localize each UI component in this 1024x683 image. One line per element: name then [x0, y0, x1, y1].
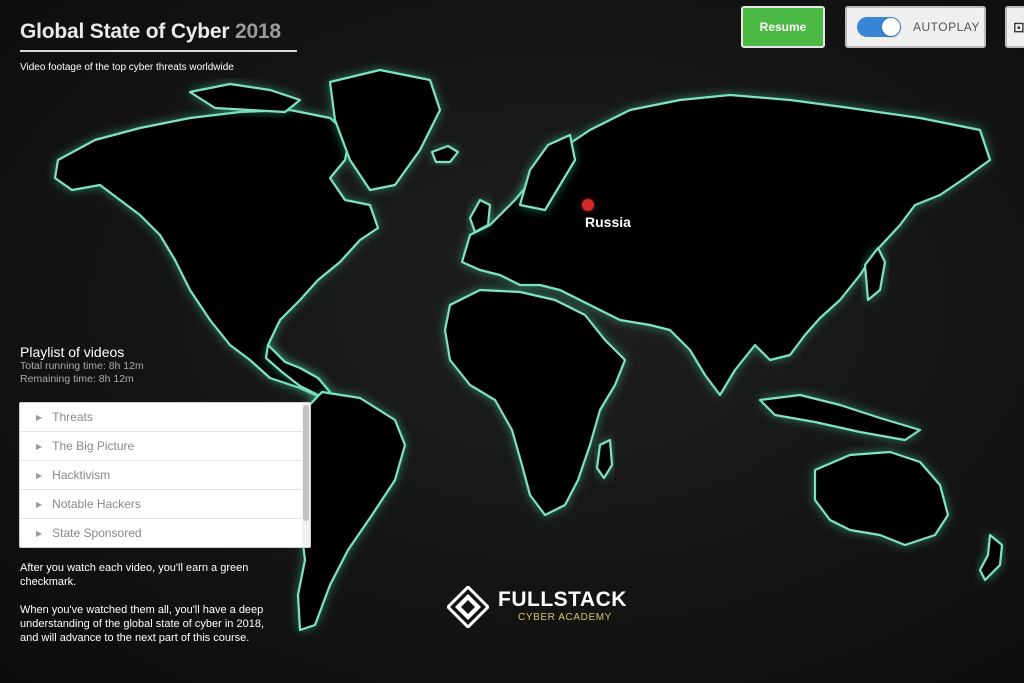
- playlist-title: Playlist of videos: [20, 344, 125, 360]
- continent-australia: [813, 450, 950, 547]
- arctic-islands: [188, 82, 302, 114]
- logo-text: FULLSTACK CYBER ACADEMY: [498, 589, 627, 625]
- playlist-item-state-sponsored[interactable]: ▶ State Sponsored: [20, 519, 302, 547]
- page-title: Global State of Cyber 2018: [20, 20, 297, 52]
- playlist-list[interactable]: ▶ Threats ▶ The Big Picture ▶ Hacktivism…: [19, 402, 311, 548]
- fullstack-diamond-logo: [447, 586, 489, 628]
- page-title-block: Global State of Cyber 2018: [20, 20, 297, 52]
- playlist-header: Playlist of videos Total running time: 8…: [20, 344, 144, 386]
- playlist-remaining-time: Remaining time: 8h 12m: [20, 373, 134, 385]
- fullscreen-button[interactable]: ⊡: [1005, 6, 1024, 48]
- playlist-item-label: Threats: [52, 410, 93, 424]
- page-title-year: 2018: [234, 20, 281, 43]
- caret-right-icon: ▶: [36, 528, 43, 538]
- info-paragraph-1: After you watch each video, you'll earn …: [20, 562, 249, 588]
- info-text: After you watch each video, you'll earn …: [20, 561, 270, 659]
- map-marker-dot[interactable]: [582, 199, 594, 211]
- playlist-item-label: The Big Picture: [52, 439, 135, 453]
- info-paragraph-2: When you've watched them all, you'll hav…: [20, 604, 265, 644]
- continent-greenland: [328, 68, 442, 192]
- caret-right-icon: ▶: [36, 470, 43, 480]
- toggle-knob: [882, 18, 900, 36]
- autoplay-label: AUTOPLAY: [913, 20, 980, 34]
- playlist-item-threats[interactable]: ▶ Threats: [20, 403, 302, 432]
- map-marker-label: Russia: [585, 214, 631, 230]
- caret-right-icon: ▶: [36, 499, 43, 509]
- region-indonesia: [758, 393, 922, 442]
- playlist-item-label: Notable Hackers: [52, 497, 141, 511]
- playlist-item-big-picture[interactable]: ▶ The Big Picture: [20, 432, 302, 461]
- logo-name: FULLSTACK: [498, 588, 627, 611]
- caret-right-icon: ▶: [36, 412, 43, 422]
- page-subtitle: Video footage of the top cyber threats w…: [20, 62, 234, 73]
- playlist-item-notable-hackers[interactable]: ▶ Notable Hackers: [20, 490, 302, 519]
- page-title-text: Global State of Cyber: [20, 20, 230, 43]
- logo-tagline: CYBER ACADEMY: [518, 612, 612, 623]
- playlist-item-label: State Sponsored: [52, 526, 142, 540]
- playlist-item-label: Hacktivism: [52, 468, 111, 482]
- playlist-total-time: Total running time: 8h 12m: [20, 360, 144, 372]
- region-new-zealand: [978, 533, 1004, 582]
- fullstack-logo: FULLSTACK CYBER ACADEMY: [447, 586, 627, 628]
- resume-button[interactable]: Resume: [741, 6, 825, 48]
- region-madagascar: [595, 438, 614, 480]
- continent-africa: [443, 288, 627, 517]
- region-iceland: [430, 144, 460, 164]
- playlist-scrollbar[interactable]: [302, 403, 310, 547]
- fullscreen-icon: ⊡: [1013, 19, 1024, 35]
- toggle-switch-icon[interactable]: [857, 17, 901, 37]
- scrollbar-thumb[interactable]: [303, 405, 309, 521]
- playlist-item-hacktivism[interactable]: ▶ Hacktivism: [20, 461, 302, 490]
- caret-right-icon: ▶: [36, 441, 43, 451]
- autoplay-toggle[interactable]: AUTOPLAY: [845, 6, 986, 48]
